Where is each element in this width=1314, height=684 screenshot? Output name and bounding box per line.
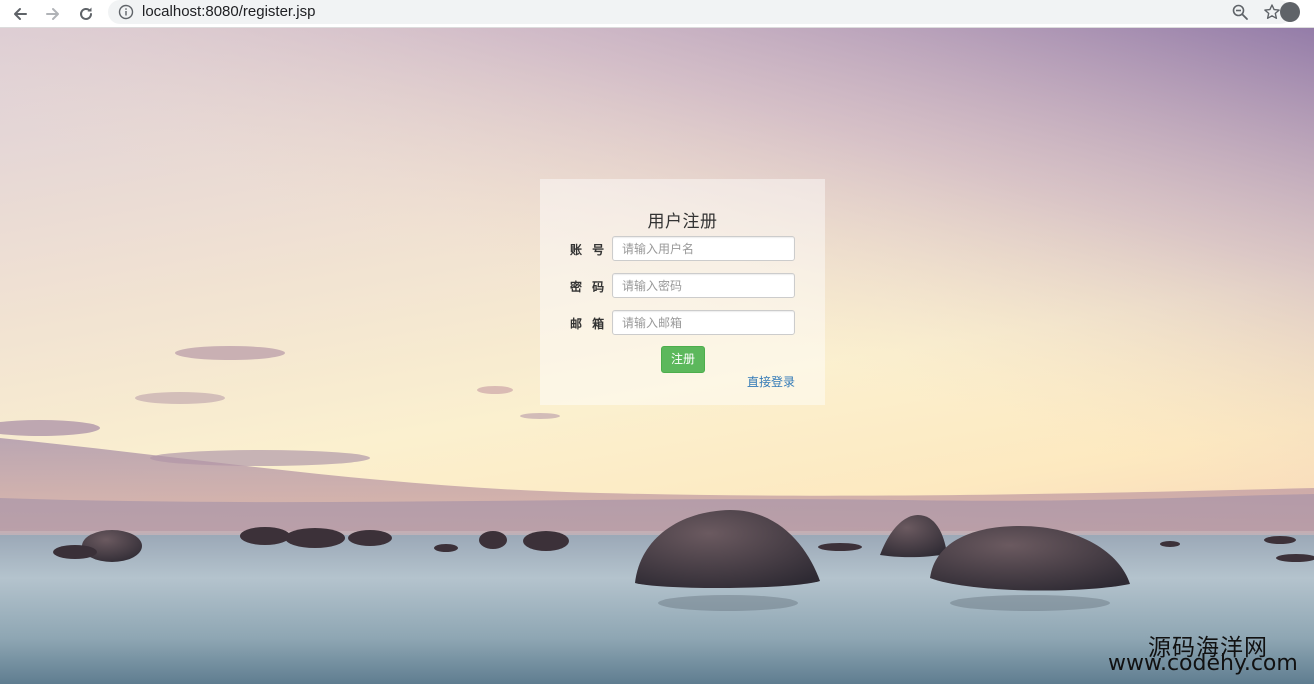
password-label: 密 码 bbox=[570, 280, 608, 294]
address-bar[interactable]: localhost:8080/register.jsp bbox=[108, 0, 1300, 24]
url-text[interactable]: localhost:8080/register.jsp bbox=[142, 2, 315, 22]
page-title: 用户注册 bbox=[647, 212, 718, 232]
star-icon[interactable] bbox=[1263, 3, 1281, 21]
password-input[interactable] bbox=[612, 273, 795, 298]
zoom-out-icon[interactable] bbox=[1231, 3, 1249, 21]
browser-toolbar: localhost:8080/register.jsp bbox=[0, 0, 1314, 28]
forward-arrow-icon[interactable] bbox=[42, 3, 64, 25]
email-input[interactable] bbox=[612, 310, 795, 335]
profile-icon[interactable] bbox=[1280, 2, 1300, 22]
info-icon[interactable] bbox=[118, 4, 134, 20]
back-arrow-icon[interactable] bbox=[9, 3, 31, 25]
username-label: 账 号 bbox=[570, 243, 608, 257]
email-label: 邮 箱 bbox=[570, 317, 608, 331]
watermark-url: www.codehy.com bbox=[1108, 651, 1298, 676]
reload-icon[interactable] bbox=[75, 3, 97, 25]
username-input[interactable] bbox=[612, 236, 795, 261]
register-button[interactable]: 注册 bbox=[661, 346, 705, 373]
login-link[interactable]: 直接登录 bbox=[747, 373, 795, 390]
page-background: 用户注册 账 号 密 码 邮 箱 注册 直接登录 源码海洋网 www.codeh… bbox=[0, 28, 1314, 684]
register-panel: 用户注册 账 号 密 码 邮 箱 注册 直接登录 bbox=[540, 179, 825, 405]
